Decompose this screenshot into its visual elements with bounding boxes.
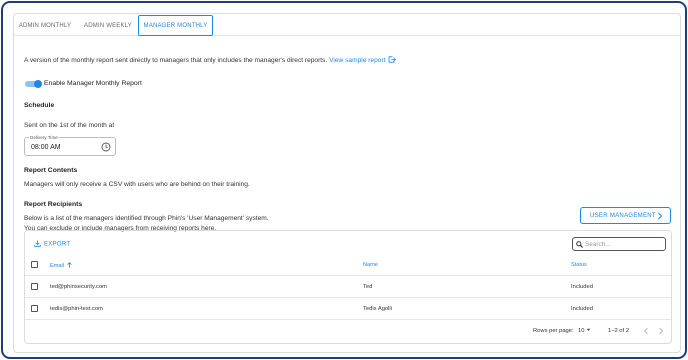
- tab-manager-monthly[interactable]: MANAGER MONTHLY: [138, 15, 213, 36]
- toggle-label: Enable Manager Monthly Report: [44, 80, 142, 87]
- view-sample-report-link[interactable]: View sample report: [329, 56, 397, 64]
- row-status: Included: [571, 305, 593, 312]
- report-recipients-title: Report Recipients: [24, 201, 83, 208]
- table-row: ted@phinsecurity.com Ted Included: [25, 276, 671, 298]
- rows-per-page-label: Rows per page:: [533, 328, 574, 334]
- export-label: EXPORT: [44, 241, 71, 248]
- search-icon: [576, 241, 583, 248]
- row-email: tedis@phin-test.com: [50, 305, 103, 312]
- tab-bar: ADMIN MONTHLY ADMIN WEEKLY MANAGER MONTH…: [14, 14, 680, 36]
- clock-icon[interactable]: [101, 142, 111, 152]
- caret-down-icon: [586, 328, 591, 331]
- report-contents-title: Report Contents: [24, 167, 78, 174]
- export-button[interactable]: EXPORT: [34, 240, 70, 248]
- search-input[interactable]: [585, 239, 663, 249]
- recipients-line-1: Below is a list of the managers identifi…: [24, 215, 269, 222]
- arrow-up-icon: [67, 261, 72, 268]
- table-header-row: Email Name Status: [25, 254, 671, 276]
- rows-per-page-select[interactable]: 10: [578, 328, 591, 334]
- pagination-range: 1–2 of 2: [608, 328, 629, 334]
- enable-report-toggle[interactable]: [25, 80, 42, 88]
- row-name: Ted: [363, 283, 373, 290]
- email-header-label: Email: [50, 262, 64, 269]
- chevron-right-icon[interactable]: [658, 327, 664, 335]
- user-management-label: USER MANAGEMENT: [590, 212, 656, 219]
- report-description: A version of the monthly report sent dir…: [24, 56, 397, 64]
- row-status: Included: [571, 283, 593, 290]
- app-frame: ADMIN MONTHLY ADMIN WEEKLY MANAGER MONTH…: [1, 1, 687, 359]
- row-email: ted@phinsecurity.com: [50, 283, 108, 290]
- chevron-right-icon: [658, 212, 663, 220]
- name-column-header[interactable]: Name: [363, 262, 378, 268]
- row-checkbox[interactable]: [31, 305, 38, 312]
- tab-admin-weekly[interactable]: ADMIN WEEKLY: [78, 16, 138, 36]
- toggle-knob: [34, 80, 42, 88]
- email-column-header[interactable]: Email: [50, 261, 72, 269]
- schedule-subtitle: Sent on the 1st of the month at: [24, 122, 115, 129]
- schedule-title: Schedule: [24, 102, 55, 109]
- download-icon: [34, 240, 41, 247]
- report-contents-text: Managers will only receive a CSV with us…: [24, 181, 250, 188]
- row-checkbox[interactable]: [31, 283, 38, 290]
- delivery-time-value: 08:00 AM: [31, 144, 61, 151]
- user-management-button[interactable]: USER MANAGEMENT: [580, 207, 671, 224]
- tab-admin-monthly[interactable]: ADMIN MONTHLY: [14, 16, 76, 36]
- table-row: tedis@phin-test.com Tedis Agolli Include…: [25, 298, 671, 320]
- view-sample-report-label: View sample report: [329, 57, 386, 64]
- external-link-icon: [388, 56, 397, 63]
- delivery-time-field[interactable]: Delivery Time 08:00 AM: [24, 135, 116, 156]
- report-settings-card: ADMIN MONTHLY ADMIN WEEKLY MANAGER MONTH…: [13, 13, 681, 353]
- row-name: Tedis Agolli: [363, 305, 393, 312]
- status-column-header[interactable]: Status: [571, 262, 587, 268]
- pagination: Rows per page: 10 1–2 of 2: [25, 322, 671, 342]
- delivery-time-label: Delivery Time: [29, 135, 59, 140]
- recipients-table: EXPORT Email Name Status ted@phinsecurit…: [24, 230, 672, 344]
- search-box[interactable]: [572, 237, 666, 251]
- rows-per-page-value: 10: [578, 328, 585, 334]
- description-text: A version of the monthly report sent dir…: [24, 57, 328, 64]
- chevron-left-icon[interactable]: [643, 327, 649, 335]
- select-all-checkbox[interactable]: [31, 261, 38, 268]
